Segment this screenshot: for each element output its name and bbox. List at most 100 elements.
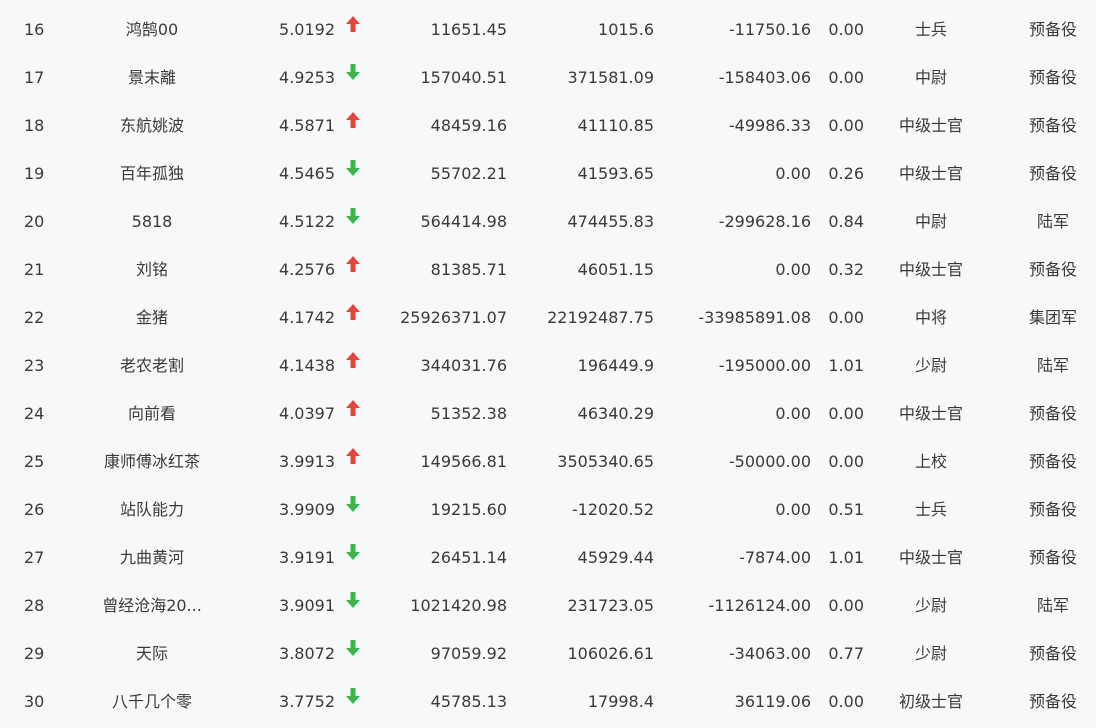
score-value: 4.1438 — [279, 356, 335, 375]
score-value: 3.9091 — [279, 596, 335, 615]
value-col-4: 1.01 — [828, 548, 864, 567]
rank-title: 中级士官 — [898, 116, 963, 135]
value-col-3: 36119.06 — [734, 692, 811, 711]
rank-title: 中尉 — [914, 68, 947, 87]
ranking-table: 16 鸿鹄00 5.0192 11651.45 1015.6 -11750.16… — [0, 0, 1096, 728]
value-col-3: -1126124.00 — [708, 596, 811, 615]
player-name[interactable]: 百年孤独 — [80, 150, 224, 198]
player-name[interactable]: 站队能力 — [80, 486, 224, 534]
value-col-1: 11651.45 — [430, 20, 507, 39]
value-col-1: 564414.98 — [420, 212, 507, 231]
value-col-3: -34063.00 — [728, 644, 811, 663]
value-col-3: 0.00 — [775, 500, 811, 519]
value-col-3: -33985891.08 — [698, 308, 811, 327]
table-row[interactable]: 24 向前看 4.0397 51352.38 46340.29 0.00 0.0… — [0, 390, 1096, 438]
value-col-2: 3505340.65 — [557, 452, 654, 471]
value-col-1: 81385.71 — [430, 260, 507, 279]
value-col-3: -7874.00 — [739, 548, 811, 567]
player-name[interactable]: 八千几个零 — [80, 678, 224, 726]
score-value: 4.5122 — [279, 212, 335, 231]
rank-number: 19 — [24, 164, 45, 183]
rank-number: 28 — [24, 596, 45, 615]
table-row[interactable]: 22 金猪 4.1742 25926371.07 22192487.75 -33… — [0, 294, 1096, 342]
army-type: 预备役 — [1028, 500, 1077, 519]
value-col-4: 0.26 — [828, 164, 864, 183]
value-col-2: 474455.83 — [567, 212, 654, 231]
player-name[interactable]: 老农老割 — [80, 342, 224, 390]
rank-title: 少尉 — [914, 596, 947, 615]
value-col-2: -12020.52 — [571, 500, 654, 519]
rank-title: 中将 — [914, 308, 947, 327]
value-col-3: 0.00 — [775, 260, 811, 279]
army-type: 陆军 — [1036, 212, 1069, 231]
rank-title: 少尉 — [914, 644, 947, 663]
table-row[interactable]: 20 5818 4.5122 564414.98 474455.83 -2996… — [0, 198, 1096, 246]
value-col-4: 0.77 — [828, 644, 864, 663]
table-row[interactable]: 16 鸿鹄00 5.0192 11651.45 1015.6 -11750.16… — [0, 6, 1096, 54]
table-row[interactable]: 29 天际 3.8072 97059.92 106026.61 -34063.0… — [0, 630, 1096, 678]
score-value: 3.9913 — [279, 452, 335, 471]
player-name[interactable]: 康师傅冰红茶 — [80, 438, 224, 486]
value-col-4: 0.00 — [828, 20, 864, 39]
army-type: 预备役 — [1028, 404, 1077, 423]
rank-number: 30 — [24, 692, 45, 711]
rank-title: 中级士官 — [898, 260, 963, 279]
value-col-1: 157040.51 — [420, 68, 507, 87]
value-col-3: 0.00 — [775, 164, 811, 183]
score-value: 4.2576 — [279, 260, 335, 279]
score-value: 4.1742 — [279, 308, 335, 327]
rank-number: 16 — [24, 20, 45, 39]
player-name[interactable]: 金猪 — [80, 294, 224, 342]
player-name[interactable]: 5818 — [80, 198, 224, 246]
value-col-3: -11750.16 — [728, 20, 811, 39]
table-row[interactable]: 23 老农老割 4.1438 344031.76 196449.9 -19500… — [0, 342, 1096, 390]
value-col-1: 149566.81 — [420, 452, 507, 471]
value-col-4: 0.00 — [828, 308, 864, 327]
rank-title: 士兵 — [914, 20, 947, 39]
value-col-2: 46340.29 — [577, 404, 654, 423]
value-col-4: 0.32 — [828, 260, 864, 279]
player-name[interactable]: 天际 — [80, 630, 224, 678]
army-type: 预备役 — [1028, 548, 1077, 567]
table-row[interactable]: 21 刘铭 4.2576 81385.71 46051.15 0.00 0.32… — [0, 246, 1096, 294]
value-col-3: -299628.16 — [718, 212, 811, 231]
army-type: 预备役 — [1028, 260, 1077, 279]
value-col-2: 22192487.75 — [547, 308, 654, 327]
army-type: 预备役 — [1028, 164, 1077, 183]
value-col-2: 1015.6 — [598, 20, 654, 39]
value-col-1: 55702.21 — [430, 164, 507, 183]
player-name[interactable]: 景末離 — [80, 54, 224, 102]
value-col-3: -158403.06 — [718, 68, 811, 87]
rank-title: 士兵 — [914, 500, 947, 519]
score-value: 3.8072 — [279, 644, 335, 663]
player-name[interactable]: 曾经沧海20... — [80, 582, 224, 630]
player-name[interactable]: 东航姚波 — [80, 102, 224, 150]
value-col-1: 1021420.98 — [410, 596, 507, 615]
value-col-3: 0.00 — [775, 404, 811, 423]
rank-number: 27 — [24, 548, 45, 567]
player-name[interactable]: 刘铭 — [80, 246, 224, 294]
army-type: 预备役 — [1028, 644, 1077, 663]
table-row[interactable]: 30 八千几个零 3.7752 45785.13 17998.4 36119.0… — [0, 678, 1096, 726]
player-name[interactable]: 向前看 — [80, 390, 224, 438]
army-type: 预备役 — [1028, 452, 1077, 471]
rank-number: 24 — [24, 404, 45, 423]
table-row[interactable]: 17 景末離 4.9253 157040.51 371581.09 -15840… — [0, 54, 1096, 102]
rank-number: 20 — [24, 212, 45, 231]
table-row[interactable]: 25 康师傅冰红茶 3.9913 149566.81 3505340.65 -5… — [0, 438, 1096, 486]
value-col-1: 19215.60 — [430, 500, 507, 519]
army-type: 陆军 — [1036, 596, 1069, 615]
rank-title: 初级士官 — [898, 692, 963, 711]
player-name[interactable]: 九曲黄河 — [80, 534, 224, 582]
value-col-1: 97059.92 — [430, 644, 507, 663]
table-row[interactable]: 19 百年孤独 4.5465 55702.21 41593.65 0.00 0.… — [0, 150, 1096, 198]
table-row[interactable]: 28 曾经沧海20... 3.9091 1021420.98 231723.05… — [0, 582, 1096, 630]
table-row[interactable]: 26 站队能力 3.9909 19215.60 -12020.52 0.00 0… — [0, 486, 1096, 534]
table-row[interactable]: 18 东航姚波 4.5871 48459.16 41110.85 -49986.… — [0, 102, 1096, 150]
value-col-3: -50000.00 — [728, 452, 811, 471]
value-col-1: 344031.76 — [420, 356, 507, 375]
player-name[interactable]: 鸿鹄00 — [80, 6, 224, 54]
value-col-2: 106026.61 — [567, 644, 654, 663]
table-row[interactable]: 27 九曲黄河 3.9191 26451.14 45929.44 -7874.0… — [0, 534, 1096, 582]
rank-number: 26 — [24, 500, 45, 519]
